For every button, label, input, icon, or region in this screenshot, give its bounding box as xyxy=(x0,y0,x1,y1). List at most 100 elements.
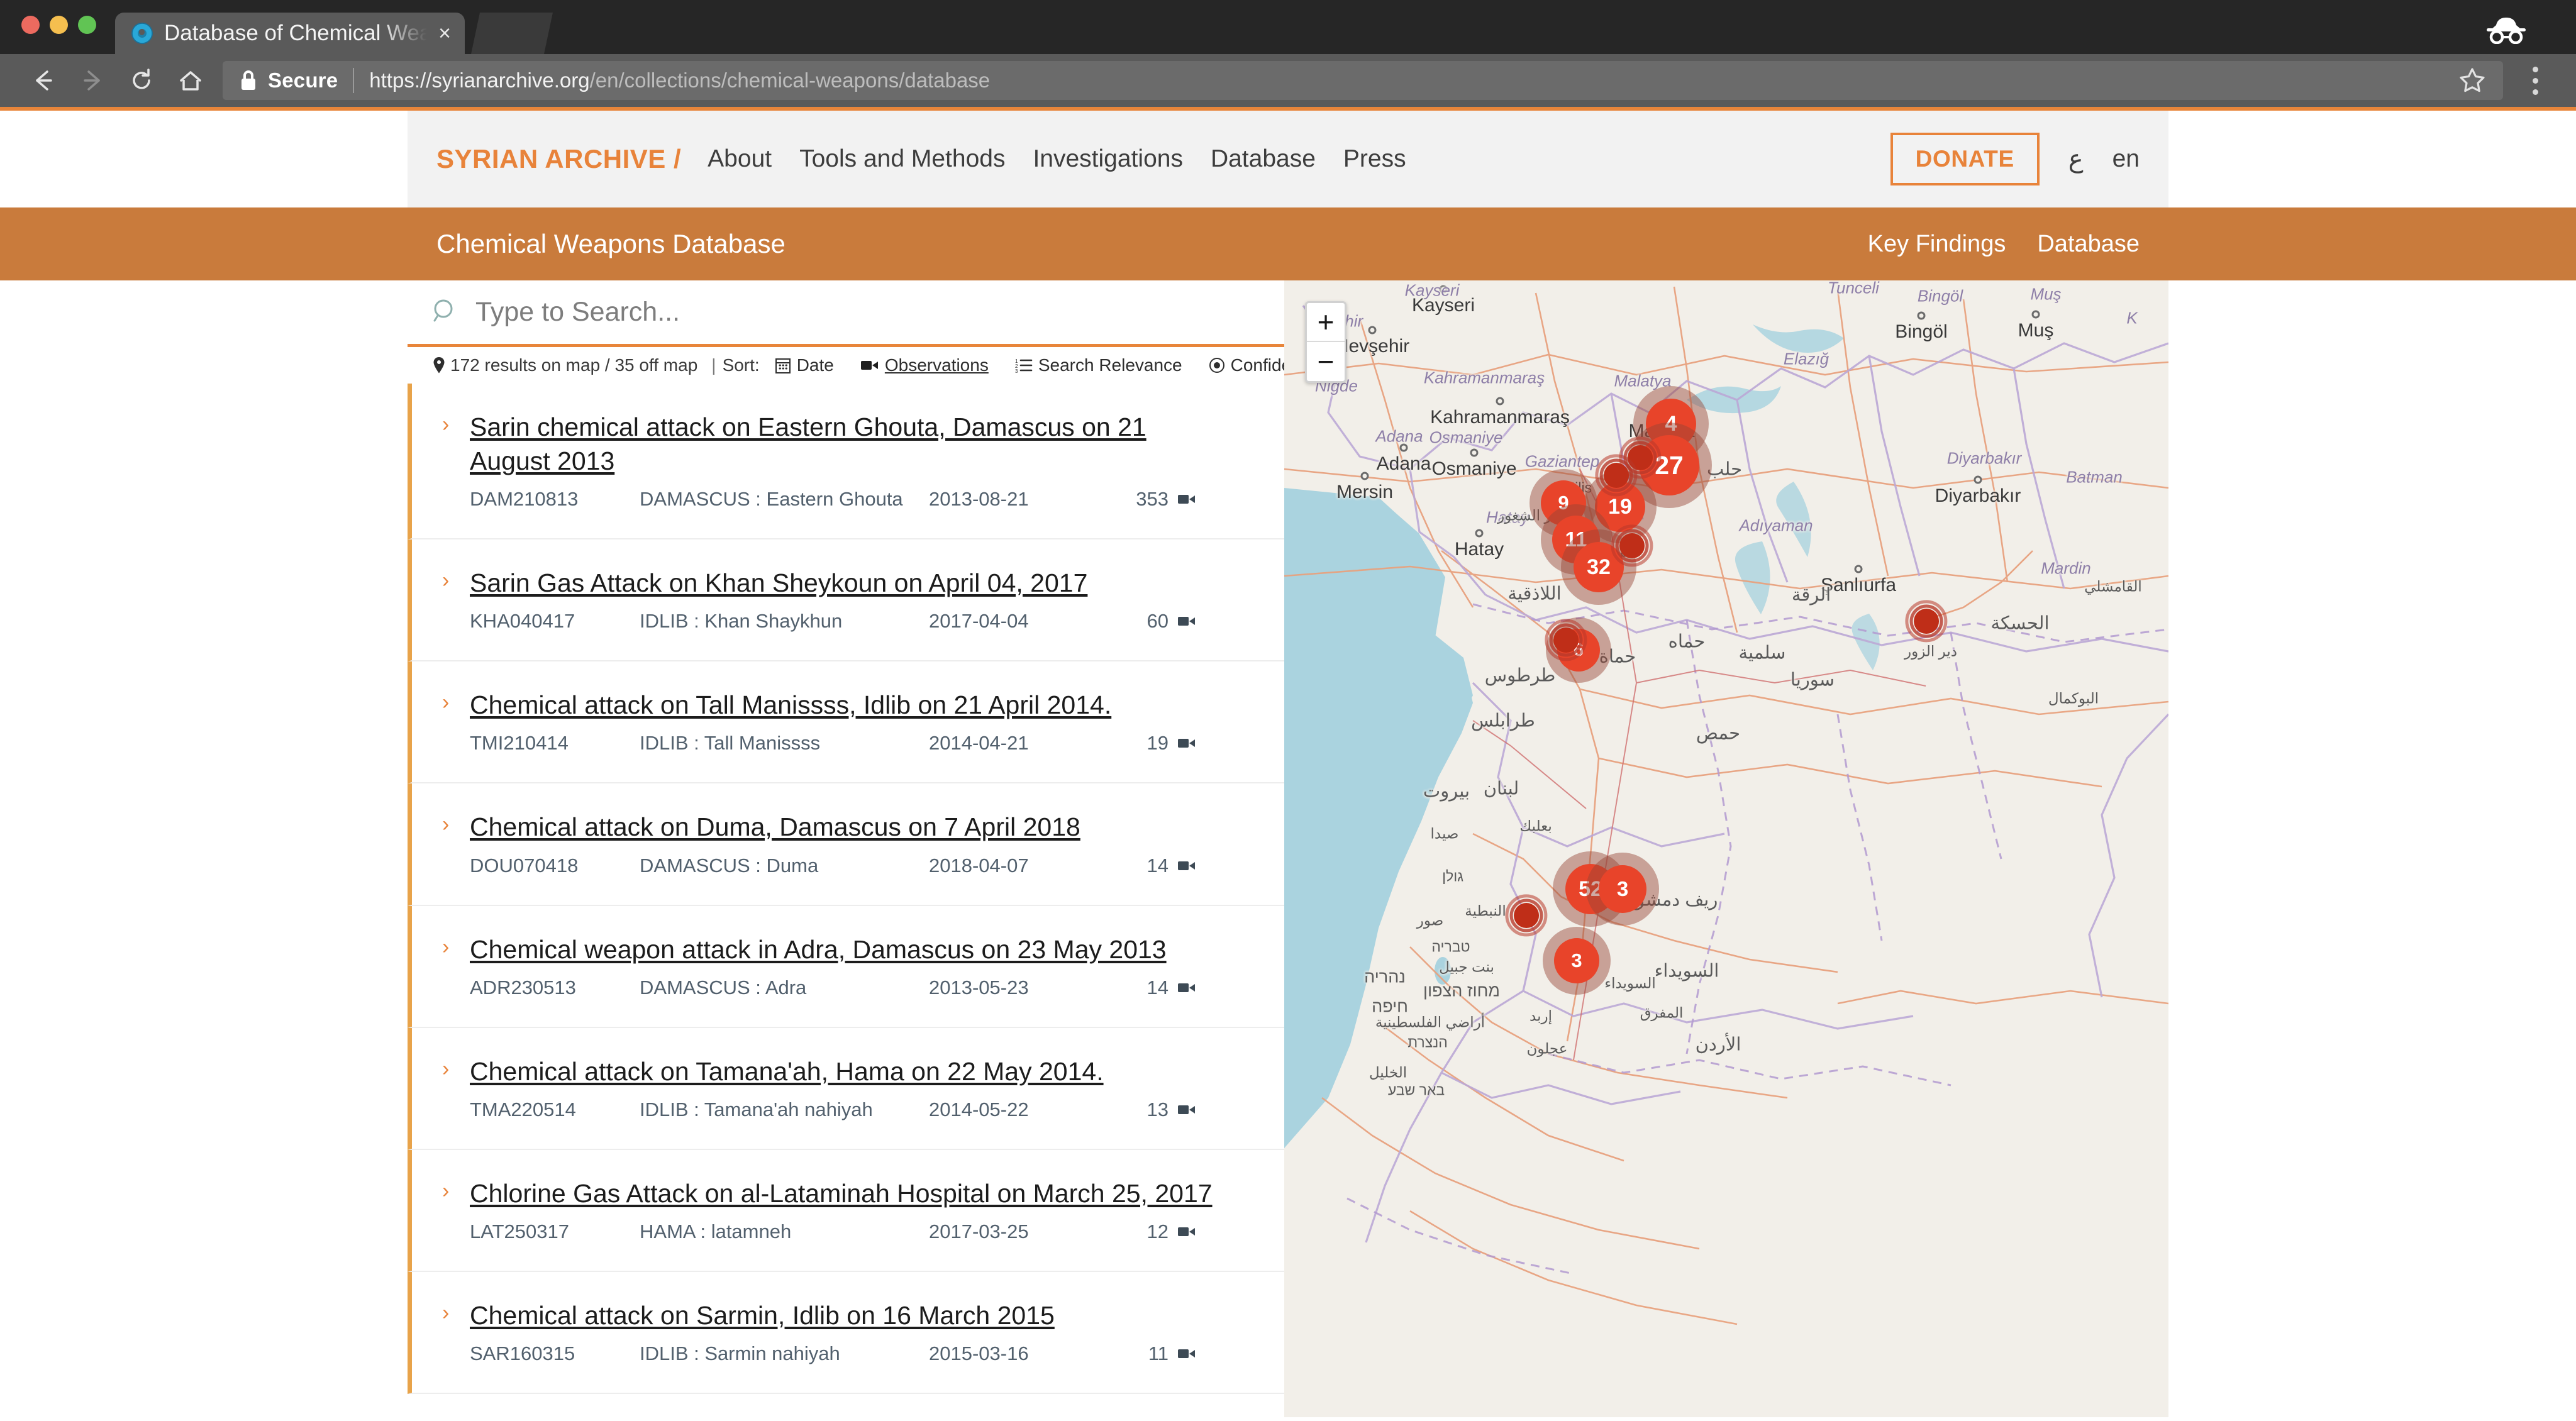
expand-chevron-icon[interactable]: › xyxy=(442,814,449,835)
language-switch-english[interactable]: en xyxy=(2112,145,2140,173)
collection-title: Chemical Weapons Database xyxy=(436,229,786,258)
result-item[interactable]: › Sarin chemical attack on Eastern Ghouta… xyxy=(408,384,1284,540)
back-button[interactable] xyxy=(19,56,68,105)
nav-item-database[interactable]: Database xyxy=(1211,145,1316,173)
result-item[interactable]: › Sarin Gas Attack on Khan Sheykoun on Ap… xyxy=(408,539,1284,662)
result-title[interactable]: Chemical attack on Tall Manissss, Idlib … xyxy=(470,688,1231,722)
result-item[interactable]: › Chemical attack on Tall Manissss, Idlib… xyxy=(408,661,1284,784)
close-tab-icon[interactable]: × xyxy=(438,23,451,44)
video-camera-icon xyxy=(860,361,878,370)
expand-chevron-icon[interactable]: › xyxy=(442,1302,449,1324)
sort-option-confidence[interactable]: Confidence xyxy=(1209,355,1284,375)
sort-option-observations-label: Observations xyxy=(884,355,989,375)
sort-option-date[interactable]: Date xyxy=(775,355,834,375)
result-id: KHA040417 xyxy=(470,610,575,633)
result-title[interactable]: Chemical attack on Sarmin, Idlib on 16 M… xyxy=(470,1298,1231,1332)
video-camera-icon xyxy=(1178,983,1195,992)
result-title[interactable]: Chemical attack on Tamana'ah, Hama on 22… xyxy=(470,1054,1231,1088)
result-date: 2014-05-22 xyxy=(929,1098,1029,1120)
site-brand-logo[interactable]: SYRIAN ARCHIVE / xyxy=(436,144,681,174)
map-city-dot xyxy=(2031,310,2040,319)
result-item[interactable]: › Chemical weapon attack in Adra, Damascu… xyxy=(408,905,1284,1028)
result-location: IDLIB : Tamana'ah nahiyah xyxy=(640,1098,873,1120)
cluster-count: 3 xyxy=(1571,949,1582,971)
result-item[interactable]: › Chemical attack on Duma, Damascus on 7 … xyxy=(408,783,1284,906)
sub-nav-key-findings[interactable]: Key Findings xyxy=(1868,231,2006,258)
result-id: DOU070418 xyxy=(470,854,579,876)
map-single-marker[interactable] xyxy=(1545,619,1587,661)
meta-separator: | xyxy=(711,355,716,375)
result-title[interactable]: Sarin chemical attack on Eastern Ghouta,… xyxy=(470,410,1231,478)
minimize-window-button[interactable] xyxy=(50,16,68,34)
result-title[interactable]: Sarin Gas Attack on Khan Sheykoun on Apr… xyxy=(470,566,1231,600)
cluster-count: 19 xyxy=(1608,494,1632,519)
sub-nav-database[interactable]: Database xyxy=(2037,231,2140,258)
nav-item-tools-and-methods[interactable]: Tools and Methods xyxy=(799,145,1005,173)
map-panel[interactable]: + − KayseriKayseriNevşehirşehirMalatyaMa… xyxy=(1284,280,2168,1417)
result-item[interactable]: › Chlorine Gas Attack on al-Lataminah Hos… xyxy=(408,1149,1284,1272)
language-switch-arabic[interactable]: ع xyxy=(2068,145,2084,174)
home-button[interactable] xyxy=(166,56,215,105)
window-traffic-lights xyxy=(21,16,115,54)
map-cluster-marker[interactable]: 3 xyxy=(1586,853,1659,926)
page-content: SYRIAN ARCHIVE / About Tools and Methods… xyxy=(0,111,2576,1417)
map-single-marker[interactable] xyxy=(1905,600,1948,643)
result-observations: 353 xyxy=(1102,488,1196,511)
result-item[interactable]: › Chemical attack on Sarmin, Idlib on 16 … xyxy=(408,1271,1284,1394)
cluster-count: 3 xyxy=(1616,877,1629,900)
result-title[interactable]: Chemical attack on Duma, Damascus on 7 A… xyxy=(470,810,1231,844)
map-single-marker[interactable] xyxy=(1595,454,1638,497)
map-single-marker[interactable] xyxy=(1505,894,1548,937)
expand-chevron-icon[interactable]: › xyxy=(442,1180,449,1202)
result-observations: 19 xyxy=(1102,732,1196,755)
close-window-button[interactable] xyxy=(21,16,40,34)
nav-item-about[interactable]: About xyxy=(708,145,772,173)
nav-item-investigations[interactable]: Investigations xyxy=(1033,145,1182,173)
search-bar[interactable]: Type to Search... xyxy=(408,280,1284,347)
site-header: SYRIAN ARCHIVE / About Tools and Methods… xyxy=(408,111,2168,207)
result-observations: 12 xyxy=(1102,1220,1196,1243)
address-bar[interactable]: Secure https://syrianarchive.org /en/col… xyxy=(223,61,2503,100)
result-location: IDLIB : Sarmin nahiyah xyxy=(640,1342,840,1364)
result-title[interactable]: Chemical weapon attack in Adra, Damascus… xyxy=(470,932,1231,966)
expand-chevron-icon[interactable]: › xyxy=(442,1058,449,1080)
result-location: IDLIB : Khan Shaykhun xyxy=(640,610,843,633)
maximize-window-button[interactable] xyxy=(78,16,96,34)
new-tab-button[interactable] xyxy=(471,13,553,54)
reload-button[interactable] xyxy=(117,56,166,105)
result-id: DAM210813 xyxy=(470,488,579,511)
result-observation-count: 14 xyxy=(1146,854,1169,876)
result-date: 2015-03-16 xyxy=(929,1342,1029,1364)
map-cluster-marker[interactable]: 3 xyxy=(1543,927,1611,995)
result-observation-count: 353 xyxy=(1136,488,1169,511)
expand-chevron-icon[interactable]: › xyxy=(442,414,449,435)
result-date: 2013-08-21 xyxy=(929,488,1029,511)
nav-item-press[interactable]: Press xyxy=(1343,145,1406,173)
map-city-dot xyxy=(1854,565,1863,573)
expand-chevron-icon[interactable]: › xyxy=(442,570,449,591)
result-location: HAMA : latamneh xyxy=(640,1220,792,1242)
expand-chevron-icon[interactable]: › xyxy=(442,692,449,713)
search-input[interactable]: Type to Search... xyxy=(475,297,680,328)
donate-button[interactable]: DONATE xyxy=(1890,133,2040,185)
result-id: TMI210414 xyxy=(470,732,569,755)
result-date: 2018-04-07 xyxy=(929,854,1029,876)
zoom-in-button[interactable]: + xyxy=(1307,303,1345,342)
result-date: 2013-05-23 xyxy=(929,976,1029,998)
sort-option-search-relevance[interactable]: 1 2 3 Search Relevance xyxy=(1015,355,1182,375)
forward-button[interactable] xyxy=(68,56,117,105)
expand-chevron-icon[interactable]: › xyxy=(442,936,449,958)
browser-tab[interactable]: Database of Chemical Weapon × xyxy=(115,13,465,54)
omnibox-divider xyxy=(353,68,355,93)
back-arrow-icon xyxy=(36,70,52,91)
result-item[interactable]: › Chemical attack on Tamana'ah, Hama on 2… xyxy=(408,1027,1284,1150)
map-single-marker[interactable] xyxy=(1611,524,1653,567)
map-zoom-controls[interactable]: + − xyxy=(1305,301,1346,383)
sort-option-observations[interactable]: Observations xyxy=(860,355,989,375)
result-title[interactable]: Chlorine Gas Attack on al-Lataminah Hosp… xyxy=(470,1176,1231,1210)
browser-menu-button[interactable] xyxy=(2513,66,2557,95)
bookmark-button[interactable] xyxy=(2458,65,2487,97)
zoom-out-button[interactable]: − xyxy=(1307,342,1345,381)
result-observations: 13 xyxy=(1102,1098,1196,1121)
result-details: DOU070418 DAMASCUS : Duma 2018-04-07 14 xyxy=(470,854,1284,877)
